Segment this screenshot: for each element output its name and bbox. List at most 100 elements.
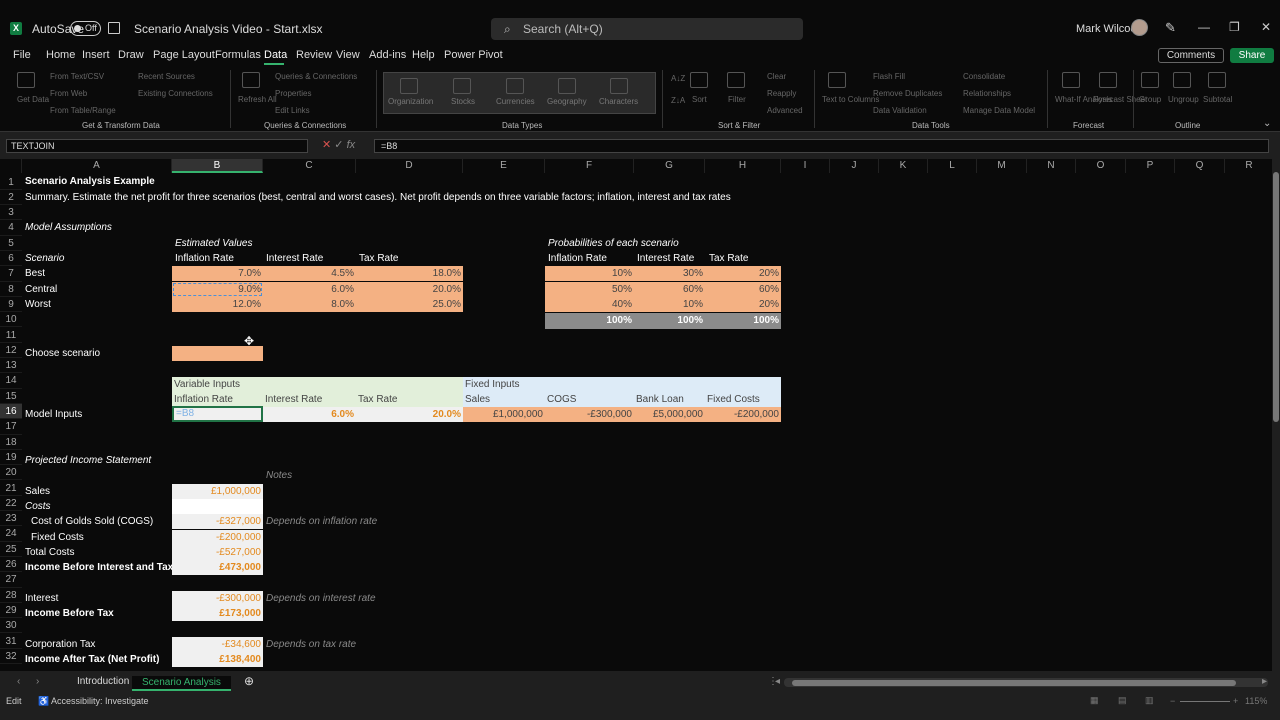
row-header-10[interactable]: 10 — [0, 312, 22, 328]
cell-c15[interactable]: Interest Rate — [263, 392, 356, 407]
cell-b12[interactable] — [172, 346, 263, 361]
cell-a8[interactable]: Central — [23, 282, 59, 297]
column-header-d[interactable]: D — [356, 159, 463, 173]
cell-d15[interactable]: Tax Rate — [356, 392, 463, 407]
row-header-21[interactable]: 21 — [0, 481, 22, 496]
tab-formulas[interactable]: Formulas — [215, 49, 261, 61]
sort-button[interactable]: Sort — [692, 95, 707, 104]
sheet-tab-introduction[interactable]: Introduction — [77, 676, 129, 687]
column-header-r[interactable]: R — [1225, 159, 1272, 173]
cell-b7[interactable]: 7.0% — [172, 266, 263, 281]
cell-d16[interactable]: 20.0% — [356, 407, 463, 422]
cell-d6[interactable]: Tax Rate — [357, 251, 400, 266]
tab-draw[interactable]: Draw — [118, 49, 144, 61]
row-header-15[interactable]: 15 — [0, 389, 22, 404]
from-text-button[interactable]: From Text/CSV — [50, 72, 104, 81]
cell-b5[interactable]: Estimated Values — [173, 236, 254, 251]
column-header-l[interactable]: L — [928, 159, 977, 173]
row-header-28[interactable]: 28 — [0, 588, 22, 603]
data-type-stocks[interactable]: Stocks — [451, 97, 475, 106]
cell-c9[interactable]: 8.0% — [263, 297, 356, 312]
cell-a24[interactable]: Fixed Costs — [29, 530, 86, 545]
zoom-in-icon[interactable]: + — [1233, 696, 1238, 706]
row-header-24[interactable]: 24 — [0, 526, 22, 542]
row-header-2[interactable]: 2 — [0, 190, 22, 206]
cell-a29[interactable]: Income Before Tax — [23, 606, 116, 621]
accessibility-status[interactable]: Accessibility: Investigate — [51, 696, 149, 706]
cell-a1[interactable]: Scenario Analysis Example — [23, 174, 157, 189]
scroll-right-icon[interactable]: ▸ — [1262, 676, 1267, 687]
refresh-all-button[interactable]: Refresh All — [238, 95, 277, 104]
row-header-32[interactable]: 32 — [0, 649, 22, 665]
tab-review[interactable]: Review — [296, 49, 332, 61]
page-break-icon[interactable]: ▥ — [1145, 695, 1154, 706]
column-header-m[interactable]: M — [977, 159, 1027, 173]
add-sheet-icon[interactable]: ⊕ — [244, 674, 254, 688]
cell-d8[interactable]: 20.0% — [356, 282, 463, 297]
from-web-button[interactable]: From Web — [50, 89, 87, 98]
cell-a32[interactable]: Income After Tax (Net Profit) — [23, 652, 161, 667]
name-box[interactable]: TEXTJOIN — [6, 139, 308, 153]
cell-g7[interactable]: 30% — [634, 266, 705, 281]
cell-h9[interactable]: 20% — [705, 297, 781, 312]
row-header-29[interactable]: 29 — [0, 603, 22, 619]
column-header-i[interactable]: I — [781, 159, 830, 173]
select-all-corner[interactable] — [0, 159, 22, 173]
flash-fill-button[interactable]: Flash Fill — [873, 72, 905, 81]
tab-data[interactable]: Data — [264, 49, 287, 61]
cell-g16[interactable]: £5,000,000 — [634, 407, 705, 422]
cell-a31[interactable]: Corporation Tax — [23, 637, 97, 652]
column-header-o[interactable]: O — [1076, 159, 1126, 173]
column-header-c[interactable]: C — [263, 159, 356, 173]
normal-view-icon[interactable]: ▦ — [1090, 695, 1099, 706]
save-icon[interactable] — [108, 22, 120, 34]
avatar[interactable] — [1131, 19, 1148, 36]
advanced-button[interactable]: Advanced — [767, 106, 803, 115]
cell-f10[interactable]: 100% — [545, 313, 634, 329]
cell-b21[interactable]: £1,000,000 — [172, 484, 263, 499]
row-header-13[interactable]: 13 — [0, 358, 22, 374]
recent-sources-button[interactable]: Recent Sources — [138, 72, 195, 81]
cell-f9[interactable]: 40% — [545, 297, 634, 312]
column-header-p[interactable]: P — [1126, 159, 1175, 173]
column-header-k[interactable]: K — [879, 159, 928, 173]
clear-button[interactable]: Clear — [767, 72, 786, 81]
get-data-button[interactable]: Get Data — [17, 95, 49, 104]
cell-b25[interactable]: -£527,000 — [172, 545, 263, 560]
subtotal-button[interactable]: Subtotal — [1203, 95, 1232, 104]
cell-c23[interactable]: Depends on inflation rate — [264, 514, 379, 529]
row-header-16[interactable]: 16 — [0, 404, 22, 420]
column-header-e[interactable]: E — [463, 159, 545, 173]
zoom-out-icon[interactable]: − — [1170, 696, 1175, 706]
ungroup-button[interactable]: Ungroup — [1168, 95, 1199, 104]
share-button[interactable]: Share — [1230, 48, 1274, 63]
prev-sheet-icon[interactable]: ‹ — [17, 676, 20, 687]
row-header-11[interactable]: 11 — [0, 328, 22, 343]
sheet-tab-scenario-analysis[interactable]: Scenario Analysis — [132, 676, 231, 691]
cell-a4[interactable]: Model Assumptions — [23, 220, 114, 235]
tab-help[interactable]: Help — [412, 49, 435, 61]
row-header-23[interactable]: 23 — [0, 511, 22, 527]
close-icon[interactable]: ✕ — [1261, 20, 1271, 34]
cell-c20[interactable]: Notes — [264, 468, 294, 483]
cell-b24[interactable]: -£200,000 — [172, 530, 263, 545]
cell-a25[interactable]: Total Costs — [23, 545, 76, 560]
column-header-f[interactable]: F — [545, 159, 634, 173]
data-type-currencies[interactable]: Currencies — [496, 97, 535, 106]
tab-page-layout[interactable]: Page Layout — [153, 49, 215, 61]
row-header-7[interactable]: 7 — [0, 266, 22, 282]
cell-b22[interactable] — [172, 499, 263, 514]
collapse-ribbon-icon[interactable]: ⌄ — [1263, 118, 1271, 129]
cell-e14[interactable]: Fixed Inputs — [463, 377, 781, 392]
row-header-5[interactable]: 5 — [0, 236, 22, 251]
data-validation-button[interactable]: Data Validation — [873, 106, 927, 115]
cell-g15[interactable]: Bank Loan — [634, 392, 705, 407]
row-header-27[interactable]: 27 — [0, 572, 22, 588]
remove-duplicates-button[interactable]: Remove Duplicates — [873, 89, 942, 98]
cell-a23[interactable]: Cost of Golds Sold (COGS) — [29, 514, 155, 529]
sort-az-icon[interactable]: A↓Z — [671, 74, 685, 83]
cell-b15[interactable]: Inflation Rate — [172, 392, 263, 407]
data-type-organization[interactable]: Organization — [388, 97, 433, 106]
cell-b32[interactable]: £138,400 — [172, 652, 263, 667]
function-icon[interactable]: fx — [347, 139, 356, 151]
